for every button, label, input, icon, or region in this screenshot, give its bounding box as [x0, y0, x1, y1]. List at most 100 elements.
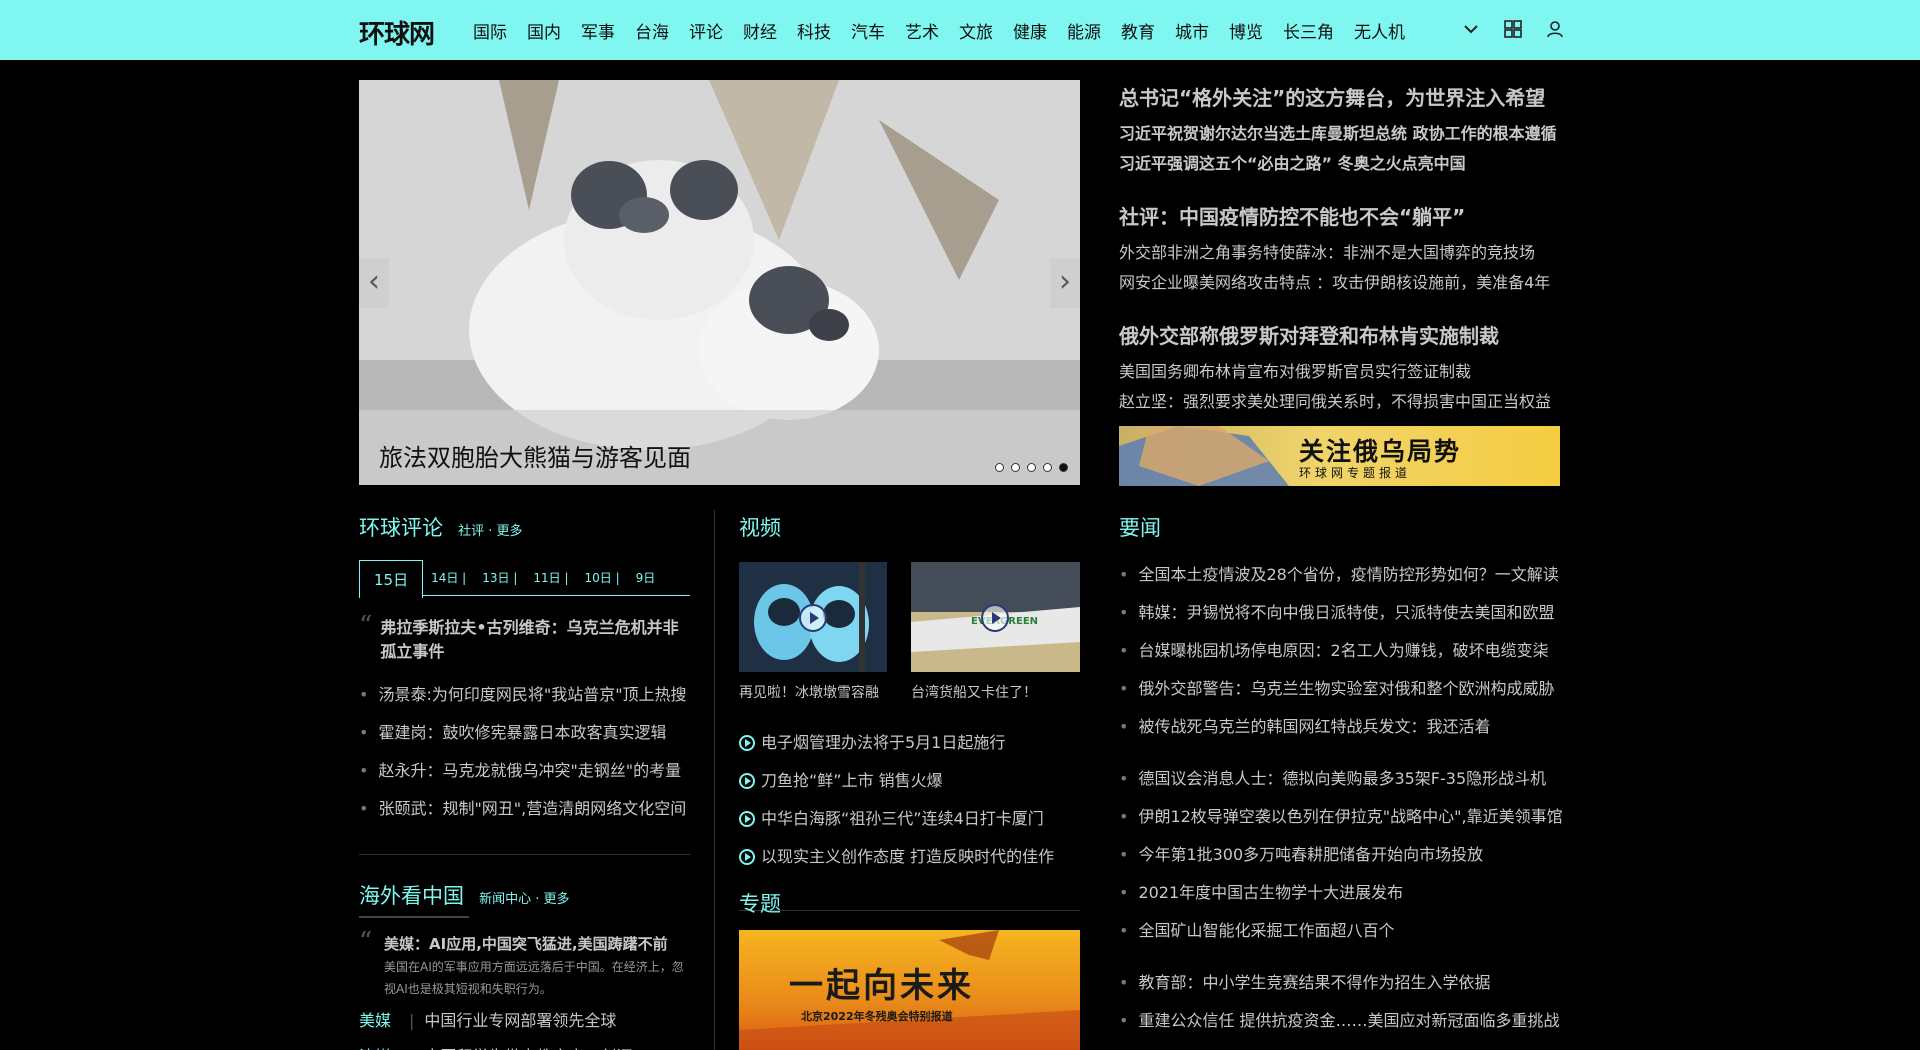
video-list-item[interactable]: 中华白海豚“祖孙三代”连续4日打卡厦门: [739, 800, 1080, 838]
key-news-title[interactable]: 要闻: [1119, 516, 1161, 540]
video-list-text[interactable]: 电子烟管理办法将于5月1日起施行: [761, 724, 1005, 762]
headline-subitem[interactable]: 习近平祝贺谢尔达尔当选土库曼斯坦总统 政协工作的根本遵循: [1119, 119, 1569, 149]
nav-link[interactable]: 艺术: [905, 18, 939, 43]
headline-subitem[interactable]: 美国国务卿布林肯宣布对俄罗斯官员实行签证制裁: [1119, 357, 1569, 387]
section-divider: [359, 854, 690, 855]
nav-link[interactable]: 长三角: [1283, 18, 1334, 43]
key-news-item[interactable]: 台媒曝桃园机场停电原因：2名工人为赚钱，破坏电缆变柒: [1119, 632, 1569, 670]
nav-link[interactable]: 科技: [797, 18, 831, 43]
topic-banner[interactable]: 一起向未来 北京2022年冬残奥会特别报道: [739, 930, 1080, 1050]
nav-link[interactable]: 城市: [1175, 18, 1209, 43]
nav-link[interactable]: 评论: [689, 18, 723, 43]
date-tab[interactable]: 9日: [628, 569, 664, 586]
commentary-item[interactable]: 霍建岗：鼓吹修宪暴露日本政客真实逻辑: [359, 714, 690, 752]
topic-title[interactable]: 专题: [739, 892, 781, 916]
video-thumb-2[interactable]: EVERGREEN 台湾货船又卡住了！: [911, 562, 1080, 702]
date-tab[interactable]: 13日 |: [474, 569, 525, 586]
featured-overseas-text[interactable]: 美媒：AI应用,中国突飞猛进,美国踌躇不前: [384, 932, 668, 956]
headline-subitem[interactable]: 网安企业曝美网络攻击特点 ：攻击伊朗核设施前，美准备4年: [1119, 268, 1569, 298]
date-tab[interactable]: 11日 |: [525, 569, 576, 586]
key-news-item[interactable]: 俄外交部警告：乌克兰生物实验室对俄和整个欧洲构成威胁: [1119, 670, 1569, 708]
source-tag[interactable]: 美媒: [359, 1006, 399, 1036]
nav-link[interactable]: 军事: [581, 18, 615, 43]
key-news-item[interactable]: 2021年度中国古生物学十大进展发布: [1119, 874, 1569, 912]
nav-link[interactable]: 文旅: [959, 18, 993, 43]
video-list-text[interactable]: 中华白海豚“祖孙三代”连续4日打卡厦门: [761, 800, 1044, 838]
chevron-down-icon[interactable]: [1460, 18, 1482, 40]
hero-prev-arrow[interactable]: ‹: [359, 258, 389, 308]
carousel-dot[interactable]: [1059, 463, 1068, 472]
carousel-dot[interactable]: [1043, 463, 1052, 472]
source-tag[interactable]: 澳媒: [359, 1042, 399, 1050]
hero-next-arrow[interactable]: ›: [1050, 258, 1080, 308]
overseas-title[interactable]: 海外看中国: [359, 884, 464, 908]
video-list-item[interactable]: 刀鱼抢“鲜”上市 销售火爆: [739, 762, 1080, 800]
overseas-item[interactable]: 澳媒 | 中国留学生带来教育出口创汇: [359, 1042, 690, 1050]
headline-subitem[interactable]: 外交部非洲之角事务特使薛冰：非洲不是大国博弈的竞技场: [1119, 238, 1569, 268]
headline-title[interactable]: 总书记“格外关注”的这方舞台，为世界注入希望: [1119, 82, 1569, 111]
nav-link[interactable]: 无人机: [1354, 18, 1405, 43]
quote-icon: “: [359, 611, 373, 641]
video-title[interactable]: 视频: [739, 516, 781, 540]
video-list-text[interactable]: 以现实主义创作态度 打造反映时代的佳作: [761, 838, 1054, 876]
play-icon[interactable]: [981, 604, 1009, 632]
user-icon[interactable]: [1544, 18, 1566, 40]
key-news-item[interactable]: 全国本土疫情波及28个省份，疫情防控形势如何？一文解读: [1119, 556, 1569, 594]
carousel-dot[interactable]: [1011, 463, 1020, 472]
featured-commentary[interactable]: “ 弗拉季斯拉夫•古列维奇：乌克兰危机并非孤立事件: [359, 611, 690, 664]
video-thumb-1[interactable]: 再见啦！冰墩墩雪容融: [739, 562, 887, 702]
commentary-item[interactable]: 汤景泰:为何印度网民将"我站普京"顶上热搜: [359, 676, 690, 714]
site-logo[interactable]: 环球网: [359, 14, 435, 51]
nav-link[interactable]: 财经: [743, 18, 777, 43]
nav-link[interactable]: 教育: [1121, 18, 1155, 43]
nav-link[interactable]: 国内: [527, 18, 561, 43]
nav-icons: [1460, 18, 1566, 40]
video-caption[interactable]: 再见啦！冰墩墩雪容融: [739, 682, 887, 702]
hero-carousel[interactable]: ‹ › 旅法双胞胎大熊猫与游客见面: [359, 80, 1080, 485]
headline-title[interactable]: 社评：中国疫情防控不能也不会“躺平”: [1119, 201, 1569, 230]
nav-link[interactable]: 健康: [1013, 18, 1047, 43]
commentary-links[interactable]: 社评 · 更多: [458, 524, 522, 539]
video-list-item[interactable]: 以现实主义创作态度 打造反映时代的佳作: [739, 838, 1080, 876]
key-news-item[interactable]: 教育部：中小学生竞赛结果不得作为招生入学依据: [1119, 964, 1569, 1002]
key-news-item[interactable]: 韩媒：尹锡悦将不向中俄日派特使，只派特使去美国和欧盟: [1119, 594, 1569, 632]
key-news-item[interactable]: 重建公众信任 提供抗疫资金……美国应对新冠面临多重挑战: [1119, 1002, 1569, 1040]
carousel-dot[interactable]: [995, 463, 1004, 472]
commentary-item[interactable]: 张颐武：规制"网丑",营造清朗网络文化空间: [359, 790, 690, 828]
carousel-dot[interactable]: [1027, 463, 1036, 472]
headline-title[interactable]: 俄外交部称俄罗斯对拜登和布林肯实施制裁: [1119, 320, 1569, 349]
featured-commentary-text[interactable]: 弗拉季斯拉夫•古列维奇：乌克兰危机并非孤立事件: [380, 616, 690, 664]
title-underline: [359, 916, 469, 918]
overseas-item-text[interactable]: 中国留学生带来教育出口创汇: [424, 1042, 632, 1050]
nav-link[interactable]: 博览: [1229, 18, 1263, 43]
date-tab[interactable]: 14日 |: [423, 569, 474, 586]
overseas-links[interactable]: 新闻中心 · 更多: [479, 892, 569, 907]
video-list-text[interactable]: 刀鱼抢“鲜”上市 销售火爆: [761, 762, 943, 800]
nav-link[interactable]: 台海: [635, 18, 669, 43]
key-news-item[interactable]: 伊朗12枚导弹空袭以色列在伊拉克"战略中心",靠近美领事馆: [1119, 798, 1569, 836]
nav-link[interactable]: 国际: [473, 18, 507, 43]
overseas-item[interactable]: 美媒 | 中国行业专网部署领先全球: [359, 1006, 690, 1036]
headline-subitem[interactable]: 习近平强调这五个“必由之路” 冬奥之火点亮中国: [1119, 149, 1569, 179]
separator: |: [409, 1042, 414, 1050]
video-list-item[interactable]: 电子烟管理办法将于5月1日起施行: [739, 724, 1080, 762]
date-tab[interactable]: 10日 |: [577, 569, 628, 586]
grid-menu-icon[interactable]: [1502, 18, 1524, 40]
commentary-title[interactable]: 环球评论: [359, 516, 443, 540]
key-news-item[interactable]: 今年第1批300多万吨春耕肥储备开始向市场投放: [1119, 836, 1569, 874]
nav-link[interactable]: 能源: [1067, 18, 1101, 43]
overseas-item-text[interactable]: 中国行业专网部署领先全球: [424, 1006, 616, 1036]
video-caption[interactable]: 台湾货船又卡住了！: [911, 682, 1080, 702]
russia-ukraine-banner[interactable]: 关注俄乌局势 环球网专题报道: [1119, 426, 1560, 486]
featured-overseas[interactable]: “ 美媒：AI应用,中国突飞猛进,美国踌躇不前: [359, 929, 690, 956]
key-news-item[interactable]: 全国矿山智能化采掘工作面超八百个: [1119, 912, 1569, 950]
commentary-item[interactable]: 赵永升：马克龙就俄乌冲突"走钢丝"的考量: [359, 752, 690, 790]
date-tab[interactable]: 15日: [359, 559, 424, 598]
key-news-item[interactable]: 德国议会消息人士：德拟向美购最多35架F-35隐形战斗机: [1119, 760, 1569, 798]
headline-subitem[interactable]: 赵立坚：强烈要求美处理同俄关系时，不得损害中国正当权益: [1119, 387, 1569, 417]
key-news-item[interactable]: 被传战死乌克兰的韩国网红特战兵发文：我还活着: [1119, 708, 1569, 746]
nav-link[interactable]: 汽车: [851, 18, 885, 43]
play-icon[interactable]: [799, 604, 827, 632]
hero-caption[interactable]: 旅法双胞胎大熊猫与游客见面: [379, 438, 691, 473]
key-news-item[interactable]: 气象：长江中下游地区将有较强降水: [1119, 1040, 1569, 1050]
